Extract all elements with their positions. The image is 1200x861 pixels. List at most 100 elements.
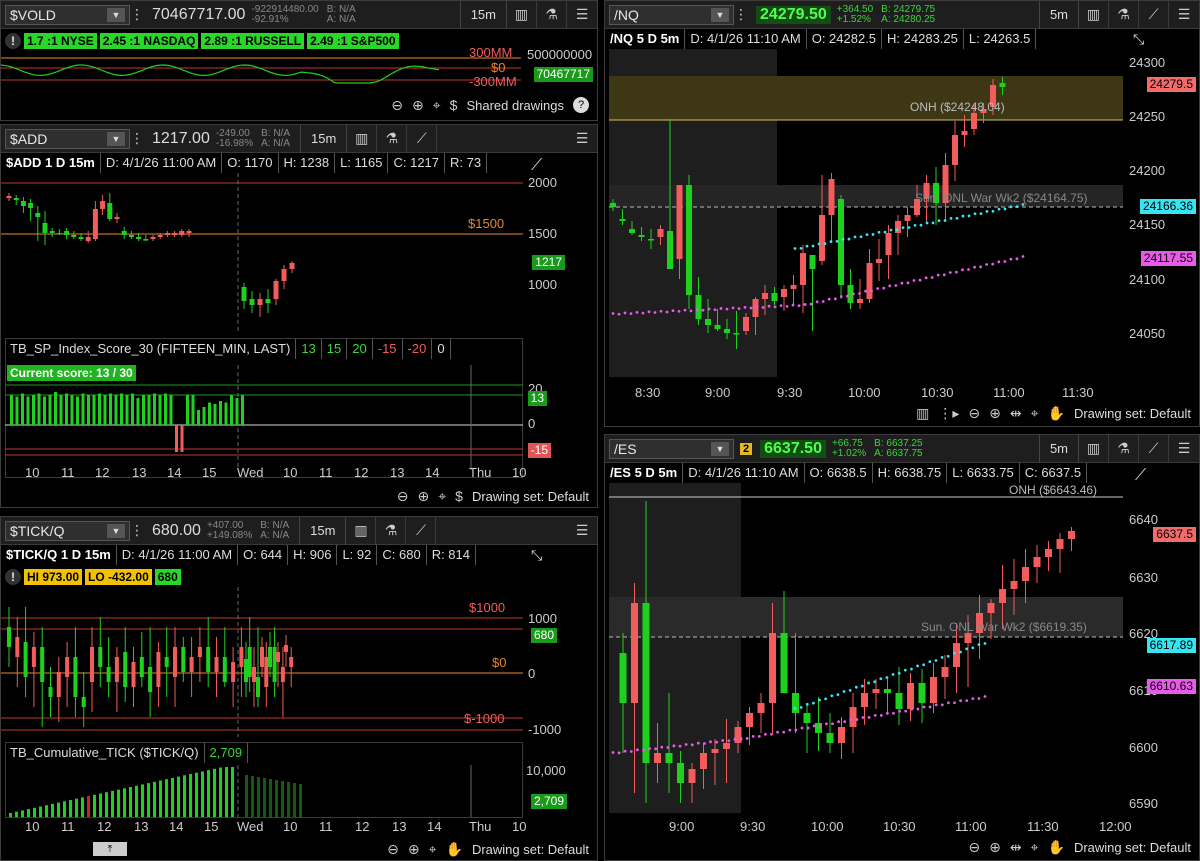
level-zero: $0 bbox=[491, 60, 506, 75]
link-group-badge[interactable]: 2 bbox=[740, 442, 753, 455]
study-dot bbox=[788, 728, 792, 732]
menu-icon[interactable]: ☰ bbox=[1169, 435, 1199, 463]
chevron-down-icon[interactable]: ▼ bbox=[107, 131, 125, 146]
cursor-icon[interactable]: ⤡ bbox=[531, 547, 542, 564]
cursor-icon[interactable]: ⤡ bbox=[1133, 31, 1144, 48]
study-dot bbox=[719, 307, 723, 310]
dollar-icon[interactable]: $ bbox=[455, 488, 463, 504]
zoom-in-icon[interactable]: ⊕ bbox=[412, 97, 424, 114]
vertical-dots-icon[interactable]: ⋮ bbox=[130, 517, 144, 545]
timeframe-button[interactable]: 5m bbox=[1038, 434, 1079, 463]
hand-icon[interactable]: ✋ bbox=[1048, 405, 1065, 422]
zoom-in-icon[interactable]: ⊕ bbox=[418, 488, 430, 505]
chart-style-icon[interactable]: ⟋ bbox=[1135, 467, 1146, 485]
zoom-in-icon[interactable]: ⊕ bbox=[408, 841, 420, 858]
crosshair-icon[interactable]: ⌖ bbox=[1031, 405, 1039, 422]
candle-body bbox=[629, 229, 635, 233]
chevron-down-icon[interactable]: ▼ bbox=[107, 7, 125, 22]
zoom-in-icon[interactable]: ⊕ bbox=[989, 405, 1001, 422]
zoom-out-icon[interactable]: ⊖ bbox=[391, 97, 403, 114]
menu-icon[interactable]: ☰ bbox=[567, 125, 597, 153]
crosshair-icon[interactable]: ⌖ bbox=[1031, 839, 1039, 856]
dollar-icon[interactable]: $ bbox=[450, 97, 458, 113]
expand-horizontal-icon[interactable]: ⇹ bbox=[1010, 405, 1022, 422]
zoom-in-icon[interactable]: ⊕ bbox=[989, 839, 1001, 856]
candle-body bbox=[762, 293, 768, 299]
study-dot bbox=[997, 207, 1001, 211]
menu-icon[interactable]: ☰ bbox=[1169, 1, 1199, 29]
candlestick-icon[interactable]: ▥ bbox=[507, 0, 537, 29]
study-dot bbox=[818, 724, 822, 728]
zoom-out-icon[interactable]: ⊖ bbox=[968, 405, 980, 422]
study-dot bbox=[776, 730, 779, 734]
candlestick-icon[interactable]: ▥ bbox=[346, 516, 377, 545]
chevron-down-icon[interactable]: ▼ bbox=[711, 7, 729, 22]
scroll-end-icon[interactable]: ⋮▸ bbox=[938, 405, 959, 422]
menu-icon[interactable]: ☰ bbox=[567, 1, 597, 29]
candlestick-icon[interactable]: ▥ bbox=[1079, 434, 1109, 463]
timeframe-button[interactable]: 15m bbox=[300, 124, 348, 153]
score-bar bbox=[169, 395, 173, 425]
drawing-set-button[interactable]: Drawing set: Default bbox=[472, 489, 589, 504]
chevron-down-icon[interactable]: ▼ bbox=[711, 441, 729, 456]
menu-icon[interactable]: ☰ bbox=[567, 517, 597, 545]
study-dot bbox=[811, 701, 815, 705]
timeframe-button[interactable]: 15m bbox=[459, 0, 507, 29]
candlestick-icon[interactable]: ▥ bbox=[347, 124, 378, 153]
zoom-out-icon[interactable]: ⊖ bbox=[387, 841, 399, 858]
flask-icon[interactable]: ⚗ bbox=[1109, 434, 1139, 463]
drawing-tools-icon[interactable]: ⟋ bbox=[1139, 434, 1169, 463]
study-dot bbox=[959, 650, 962, 654]
scroll-handle-icon[interactable]: ▥ bbox=[916, 405, 929, 422]
add-symbol-select[interactable]: $ADD ▼ bbox=[5, 128, 130, 149]
study-dot bbox=[823, 242, 827, 246]
tick-symbol-select[interactable]: $TICK/Q ▼ bbox=[5, 520, 130, 541]
score-bar bbox=[70, 395, 74, 425]
add-footer: ⊖ ⊕ ⌖ $ Drawing set: Default bbox=[1, 485, 597, 507]
study-dot bbox=[791, 303, 795, 307]
zoom-out-icon[interactable]: ⊖ bbox=[397, 488, 409, 505]
drawing-tools-icon[interactable]: ⟋ bbox=[407, 124, 438, 153]
expand-icon[interactable]: ⤒ bbox=[93, 842, 127, 856]
crosshair-icon[interactable]: ⌖ bbox=[433, 97, 441, 114]
candle-body bbox=[619, 653, 627, 703]
study-dot bbox=[907, 226, 911, 229]
timeframe-button[interactable]: 15m bbox=[299, 516, 347, 545]
drawing-tools-icon[interactable]: ⟋ bbox=[406, 516, 437, 545]
drawing-tools-icon[interactable]: ⟋ bbox=[1139, 0, 1169, 29]
nq-symbol-select[interactable]: /NQ ▼ bbox=[609, 4, 734, 25]
help-icon[interactable]: ? bbox=[573, 97, 589, 113]
study-dot bbox=[809, 302, 813, 306]
hand-icon[interactable]: ✋ bbox=[1048, 839, 1065, 856]
zoom-out-icon[interactable]: ⊖ bbox=[968, 839, 980, 856]
drawing-set-button[interactable]: Drawing set: Default bbox=[1074, 406, 1191, 421]
chart-style-icon[interactable]: ⟋ bbox=[531, 157, 542, 175]
drawing-set-button[interactable]: Drawing set: Default bbox=[1074, 840, 1191, 855]
study-dot bbox=[739, 737, 743, 740]
study-dot bbox=[924, 276, 928, 280]
flask-icon[interactable]: ⚗ bbox=[537, 0, 567, 29]
flask-icon[interactable]: ⚗ bbox=[377, 124, 408, 153]
score-bar bbox=[219, 401, 222, 425]
chevron-down-icon[interactable]: ▼ bbox=[107, 523, 125, 538]
crosshair-icon[interactable]: ⌖ bbox=[438, 488, 446, 505]
study-dot bbox=[617, 751, 621, 755]
hand-icon[interactable]: ✋ bbox=[446, 841, 463, 858]
vertical-dots-icon[interactable]: ⋮ bbox=[130, 1, 144, 29]
alert-icon[interactable]: ! bbox=[5, 569, 21, 585]
drawing-set-button[interactable]: Drawing set: Default bbox=[472, 842, 589, 857]
score-bar bbox=[15, 396, 19, 425]
flask-icon[interactable]: ⚗ bbox=[1109, 0, 1139, 29]
timeframe-button[interactable]: 5m bbox=[1038, 0, 1079, 29]
candlestick-icon[interactable]: ▥ bbox=[1079, 0, 1109, 29]
vertical-dots-icon[interactable]: ⋮ bbox=[130, 125, 144, 153]
vertical-dots-icon[interactable]: ⋮ bbox=[734, 1, 748, 29]
expand-horizontal-icon[interactable]: ⇹ bbox=[1010, 839, 1022, 856]
shared-drawings-button[interactable]: Shared drawings bbox=[466, 98, 564, 113]
es-symbol-select[interactable]: /ES ▼ bbox=[609, 438, 734, 459]
vold-symbol-select[interactable]: $VOLD ▼ bbox=[5, 4, 130, 25]
flask-icon[interactable]: ⚗ bbox=[376, 516, 407, 545]
candle-body bbox=[667, 231, 673, 269]
crosshair-icon[interactable]: ⌖ bbox=[429, 841, 437, 858]
study-dot bbox=[931, 221, 935, 225]
